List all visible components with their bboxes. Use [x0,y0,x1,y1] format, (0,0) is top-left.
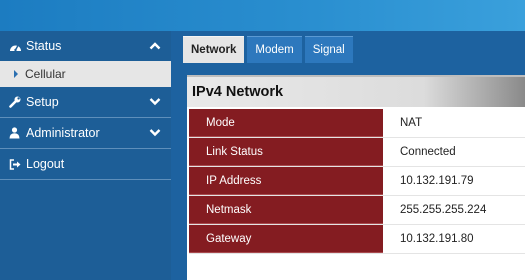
top-banner [0,0,525,31]
row-label: Netmask [189,196,383,224]
chevron-down-icon[interactable] [149,95,161,109]
table-row: Netmask 255.255.255.224 [189,196,525,225]
tab-signal[interactable]: Signal [304,36,353,63]
row-label: Mode [189,109,383,137]
sidebar-item-label: Logout [26,157,65,171]
sidebar-item-label: Setup [26,95,59,109]
sidebar-item-status[interactable]: Status [0,31,171,61]
main-content: Network Modem Signal IPv4 Network Mode N… [171,31,525,280]
sign-out-icon [9,158,24,170]
sidebar-divider [0,179,171,180]
ipv4-network-panel: IPv4 Network Mode NAT Link Status Connec… [187,75,525,280]
row-label: Link Status [189,138,383,166]
tab-bar: Network Modem Signal [183,36,356,63]
row-value: 10.132.191.80 [383,225,525,253]
sidebar-item-logout[interactable]: Logout [0,149,171,179]
info-table: Mode NAT Link Status Connected IP Addres… [187,107,525,254]
row-value: 10.132.191.79 [383,167,525,195]
sidebar-item-cellular[interactable]: Cellular [0,61,171,87]
sidebar-item-setup[interactable]: Setup [0,87,171,117]
chevron-down-icon[interactable] [149,126,161,140]
panel-title: IPv4 Network [187,75,525,107]
wrench-icon [9,96,24,108]
table-row: Mode NAT [189,109,525,138]
dashboard-icon [9,41,24,52]
user-icon [9,127,24,139]
sidebar-item-administrator[interactable]: Administrator [0,118,171,148]
row-value: NAT [383,109,525,137]
tab-network[interactable]: Network [183,36,245,63]
sidebar: Status Cellular Setup Administrator Logo… [0,31,171,280]
caret-right-icon [14,70,18,78]
row-value: 255.255.255.224 [383,196,525,224]
row-value: Connected [383,138,525,166]
row-label: IP Address [189,167,383,195]
row-label: Gateway [189,225,383,253]
sidebar-item-label: Administrator [26,126,100,140]
tab-modem[interactable]: Modem [247,36,302,63]
table-row: Gateway 10.132.191.80 [189,225,525,254]
chevron-up-icon[interactable] [149,39,161,53]
table-row: IP Address 10.132.191.79 [189,167,525,196]
table-row: Link Status Connected [189,138,525,167]
sidebar-item-label: Status [26,39,62,53]
sidebar-item-label: Cellular [25,67,66,81]
